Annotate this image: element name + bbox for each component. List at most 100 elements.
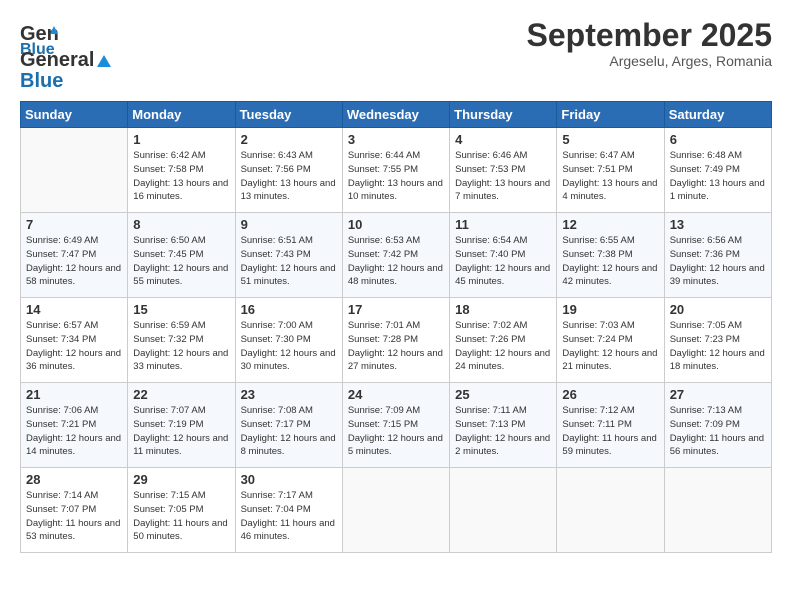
- day-info: Sunrise: 7:00 AMSunset: 7:30 PMDaylight:…: [241, 319, 337, 374]
- day-info: Sunrise: 7:14 AMSunset: 7:07 PMDaylight:…: [26, 489, 122, 544]
- weekday-header-sunday: Sunday: [21, 102, 128, 128]
- calendar-table: SundayMondayTuesdayWednesdayThursdayFrid…: [20, 101, 772, 553]
- calendar-cell: 27 Sunrise: 7:13 AMSunset: 7:09 PMDayligh…: [664, 383, 771, 468]
- day-number: 14: [26, 302, 122, 317]
- day-number: 19: [562, 302, 658, 317]
- day-info: Sunrise: 7:17 AMSunset: 7:04 PMDaylight:…: [241, 489, 337, 544]
- weekday-header-monday: Monday: [128, 102, 235, 128]
- day-number: 22: [133, 387, 229, 402]
- day-info: Sunrise: 7:07 AMSunset: 7:19 PMDaylight:…: [133, 404, 229, 459]
- week-row-5: 28 Sunrise: 7:14 AMSunset: 7:07 PMDayligh…: [21, 468, 772, 553]
- day-number: 9: [241, 217, 337, 232]
- calendar-cell: 6Sunrise: 6:48 AMSunset: 7:49 PMDaylight…: [664, 128, 771, 213]
- calendar-cell: 26 Sunrise: 7:12 AMSunset: 7:11 PMDayligh…: [557, 383, 664, 468]
- weekday-header-row: SundayMondayTuesdayWednesdayThursdayFrid…: [21, 102, 772, 128]
- day-info: Sunrise: 6:50 AMSunset: 7:45 PMDaylight:…: [133, 234, 229, 289]
- calendar-cell: 11Sunrise: 6:54 AMSunset: 7:40 PMDayligh…: [450, 213, 557, 298]
- day-info: Sunrise: 6:53 AMSunset: 7:42 PMDaylight:…: [348, 234, 444, 289]
- day-info: Sunrise: 6:51 AMSunset: 7:43 PMDaylight:…: [241, 234, 337, 289]
- day-info: Sunrise: 7:12 AMSunset: 7:11 PMDaylight:…: [562, 404, 658, 459]
- calendar-cell: 1Sunrise: 6:42 AMSunset: 7:58 PMDaylight…: [128, 128, 235, 213]
- day-info: Sunrise: 6:46 AMSunset: 7:53 PMDaylight:…: [455, 149, 551, 204]
- calendar-cell: 19 Sunrise: 7:03 AMSunset: 7:24 PMDayligh…: [557, 298, 664, 383]
- calendar-cell: 28 Sunrise: 7:14 AMSunset: 7:07 PMDayligh…: [21, 468, 128, 553]
- page: General Blue General Blue September 2025…: [0, 0, 792, 612]
- day-info: Sunrise: 7:15 AMSunset: 7:05 PMDaylight:…: [133, 489, 229, 544]
- day-info: Sunrise: 6:49 AMSunset: 7:47 PMDaylight:…: [26, 234, 122, 289]
- day-number: 27: [670, 387, 766, 402]
- day-info: Sunrise: 7:11 AMSunset: 7:13 PMDaylight:…: [455, 404, 551, 459]
- day-number: 17: [348, 302, 444, 317]
- calendar-cell: 21Sunrise: 7:06 AMSunset: 7:21 PMDayligh…: [21, 383, 128, 468]
- day-number: 10: [348, 217, 444, 232]
- weekday-header-friday: Friday: [557, 102, 664, 128]
- day-info: Sunrise: 7:01 AMSunset: 7:28 PMDaylight:…: [348, 319, 444, 374]
- logo-blue: Blue: [20, 71, 63, 91]
- calendar-cell: [557, 468, 664, 553]
- day-number: 16: [241, 302, 337, 317]
- day-number: 5: [562, 132, 658, 147]
- calendar-cell: 4 Sunrise: 6:46 AMSunset: 7:53 PMDaylight…: [450, 128, 557, 213]
- day-number: 29: [133, 472, 229, 487]
- calendar-cell: 13 Sunrise: 6:56 AMSunset: 7:36 PMDayligh…: [664, 213, 771, 298]
- week-row-4: 21Sunrise: 7:06 AMSunset: 7:21 PMDayligh…: [21, 383, 772, 468]
- calendar-cell: 5 Sunrise: 6:47 AMSunset: 7:51 PMDaylight…: [557, 128, 664, 213]
- calendar-cell: 17 Sunrise: 7:01 AMSunset: 7:28 PMDayligh…: [342, 298, 449, 383]
- week-row-1: 1Sunrise: 6:42 AMSunset: 7:58 PMDaylight…: [21, 128, 772, 213]
- day-number: 3: [348, 132, 444, 147]
- day-number: 6: [670, 132, 766, 147]
- calendar-cell: 15Sunrise: 6:59 AMSunset: 7:32 PMDayligh…: [128, 298, 235, 383]
- day-info: Sunrise: 7:13 AMSunset: 7:09 PMDaylight:…: [670, 404, 766, 459]
- calendar-cell: 24Sunrise: 7:09 AMSunset: 7:15 PMDayligh…: [342, 383, 449, 468]
- calendar-cell: 7Sunrise: 6:49 AMSunset: 7:47 PMDaylight…: [21, 213, 128, 298]
- day-info: Sunrise: 7:05 AMSunset: 7:23 PMDaylight:…: [670, 319, 766, 374]
- calendar-cell: 12 Sunrise: 6:55 AMSunset: 7:38 PMDayligh…: [557, 213, 664, 298]
- day-info: Sunrise: 6:55 AMSunset: 7:38 PMDaylight:…: [562, 234, 658, 289]
- calendar-cell: [450, 468, 557, 553]
- weekday-header-thursday: Thursday: [450, 102, 557, 128]
- calendar-cell: 10 Sunrise: 6:53 AMSunset: 7:42 PMDayligh…: [342, 213, 449, 298]
- day-number: 8: [133, 217, 229, 232]
- calendar-cell: 22 Sunrise: 7:07 AMSunset: 7:19 PMDayligh…: [128, 383, 235, 468]
- day-info: Sunrise: 6:42 AMSunset: 7:58 PMDaylight:…: [133, 149, 229, 204]
- day-number: 18: [455, 302, 551, 317]
- day-number: 28: [26, 472, 122, 487]
- day-number: 26: [562, 387, 658, 402]
- calendar-cell: 18Sunrise: 7:02 AMSunset: 7:26 PMDayligh…: [450, 298, 557, 383]
- day-number: 30: [241, 472, 337, 487]
- day-number: 15: [133, 302, 229, 317]
- calendar-cell: 29 Sunrise: 7:15 AMSunset: 7:05 PMDayligh…: [128, 468, 235, 553]
- location-subtitle: Argeselu, Arges, Romania: [527, 53, 772, 69]
- day-info: Sunrise: 6:47 AMSunset: 7:51 PMDaylight:…: [562, 149, 658, 204]
- day-number: 23: [241, 387, 337, 402]
- day-info: Sunrise: 6:54 AMSunset: 7:40 PMDaylight:…: [455, 234, 551, 289]
- calendar-cell: [664, 468, 771, 553]
- day-number: 2: [241, 132, 337, 147]
- calendar-cell: 2 Sunrise: 6:43 AMSunset: 7:56 PMDaylight…: [235, 128, 342, 213]
- calendar-cell: 8 Sunrise: 6:50 AMSunset: 7:45 PMDaylight…: [128, 213, 235, 298]
- weekday-header-saturday: Saturday: [664, 102, 771, 128]
- title-area: September 2025 Argeselu, Arges, Romania: [527, 18, 772, 69]
- day-number: 4: [455, 132, 551, 147]
- calendar-cell: 25 Sunrise: 7:11 AMSunset: 7:13 PMDayligh…: [450, 383, 557, 468]
- day-number: 25: [455, 387, 551, 402]
- day-info: Sunrise: 6:56 AMSunset: 7:36 PMDaylight:…: [670, 234, 766, 289]
- day-info: Sunrise: 6:57 AMSunset: 7:34 PMDaylight:…: [26, 319, 122, 374]
- calendar-cell: [21, 128, 128, 213]
- day-info: Sunrise: 6:43 AMSunset: 7:56 PMDaylight:…: [241, 149, 337, 204]
- calendar-cell: 20 Sunrise: 7:05 AMSunset: 7:23 PMDayligh…: [664, 298, 771, 383]
- day-number: 13: [670, 217, 766, 232]
- logo-general: General: [20, 49, 94, 71]
- calendar-cell: 23 Sunrise: 7:08 AMSunset: 7:17 PMDayligh…: [235, 383, 342, 468]
- weekday-header-wednesday: Wednesday: [342, 102, 449, 128]
- day-info: Sunrise: 7:09 AMSunset: 7:15 PMDaylight:…: [348, 404, 444, 459]
- day-number: 20: [670, 302, 766, 317]
- week-row-3: 14 Sunrise: 6:57 AMSunset: 7:34 PMDayligh…: [21, 298, 772, 383]
- day-info: Sunrise: 7:08 AMSunset: 7:17 PMDaylight:…: [241, 404, 337, 459]
- day-number: 12: [562, 217, 658, 232]
- day-info: Sunrise: 7:03 AMSunset: 7:24 PMDaylight:…: [562, 319, 658, 374]
- calendar-cell: 14 Sunrise: 6:57 AMSunset: 7:34 PMDayligh…: [21, 298, 128, 383]
- calendar-cell: 3Sunrise: 6:44 AMSunset: 7:55 PMDaylight…: [342, 128, 449, 213]
- day-number: 21: [26, 387, 122, 402]
- month-title: September 2025: [527, 18, 772, 53]
